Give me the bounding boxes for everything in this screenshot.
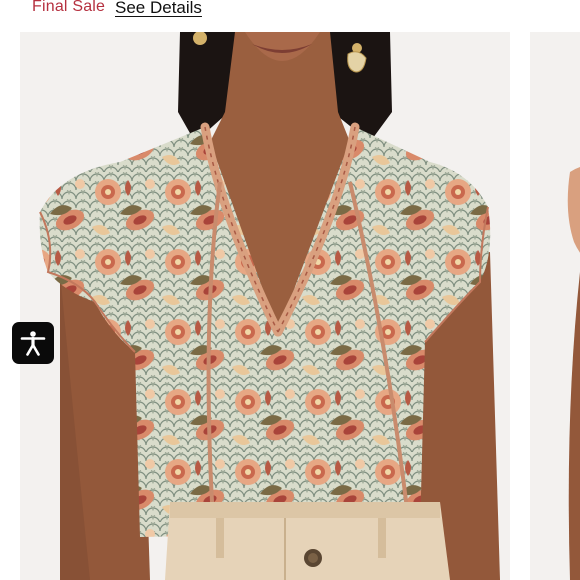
- next-photo-illustration: [530, 32, 580, 580]
- accessibility-icon: [20, 331, 46, 356]
- final-sale-label: Final Sale: [32, 0, 106, 15]
- product-photo[interactable]: [20, 32, 510, 580]
- accessibility-button[interactable]: [12, 322, 54, 364]
- product-photo-illustration: [20, 32, 510, 580]
- next-product-photo[interactable]: [530, 32, 580, 580]
- listing-header: Final Sale See Details: [0, 0, 580, 22]
- image-carousel[interactable]: [0, 22, 580, 580]
- see-details-link[interactable]: See Details: [115, 0, 202, 18]
